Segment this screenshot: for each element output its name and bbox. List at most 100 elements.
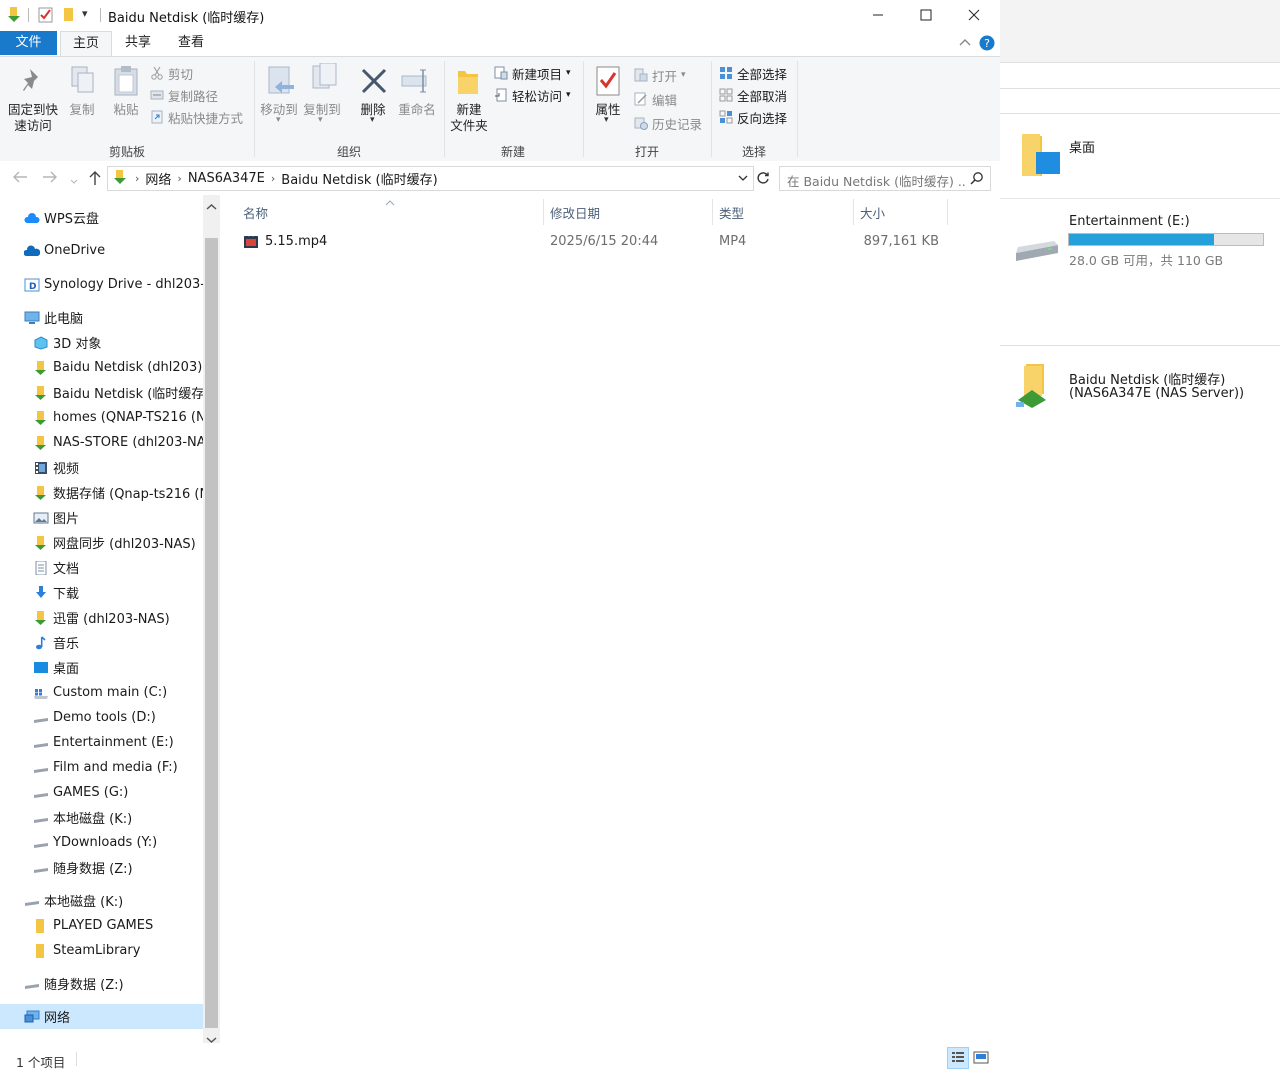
column-divider[interactable] (712, 199, 713, 225)
tab-share[interactable]: 共享 (114, 31, 162, 55)
breadcrumb-chevron-icon[interactable]: › (135, 172, 139, 185)
nav-item-drive-e[interactable]: Entertainment (E:) (33, 730, 174, 755)
nav-item-data-storage[interactable]: 数据存储 (Qnap-ts216 (N. (33, 480, 213, 505)
breadcrumb-chevron-icon[interactable]: › (271, 172, 275, 185)
breadcrumb-nas[interactable]: NAS6A347E (188, 171, 265, 186)
nav-item-local-disk-k[interactable]: 本地磁盘 (K:) (24, 888, 123, 913)
paste-icon[interactable] (113, 65, 139, 101)
column-divider[interactable] (853, 199, 854, 225)
properties-dropdown-icon[interactable]: ▾ (604, 115, 609, 125)
nav-item-drive-z[interactable]: 随身数据 (Z:) (33, 855, 133, 880)
move-to-icon[interactable] (266, 65, 296, 101)
up-arrow-icon[interactable] (88, 170, 102, 190)
nav-item-baidu-cache[interactable]: Baidu Netdisk (临时缓存) (33, 380, 209, 405)
nav-item-videos[interactable]: 视频 (33, 455, 79, 480)
side-tile-drive-e[interactable]: Entertainment (E:) 28.0 GB 可用，共 110 GB (1000, 199, 1280, 345)
nav-item-netdisk-sync[interactable]: 网盘同步 (dhl203-NAS) (33, 530, 196, 555)
tab-file[interactable]: 文件 (0, 31, 57, 55)
help-icon[interactable]: ? (979, 35, 995, 55)
move-to-dropdown-icon[interactable]: ▾ (276, 115, 281, 125)
collapse-ribbon-icon[interactable] (958, 35, 972, 52)
delete-x-icon[interactable] (360, 67, 388, 99)
nav-item-drive-k[interactable]: 本地磁盘 (K:) (33, 805, 132, 830)
nav-item-3d-objects[interactable]: 3D 对象 (33, 330, 101, 355)
nav-item-this-pc[interactable]: 此电脑 (24, 305, 83, 330)
nav-item-baidu-dhl203[interactable]: Baidu Netdisk (dhl203) (( (33, 355, 217, 380)
tab-home[interactable]: 主页 (60, 31, 112, 57)
nav-item-played-games[interactable]: PLAYED GAMES (33, 913, 153, 938)
edit-button[interactable]: 编辑 (634, 89, 677, 109)
forward-arrow-icon[interactable] (42, 170, 58, 188)
nav-item-drive-d[interactable]: Demo tools (D:) (33, 705, 156, 730)
column-header-type[interactable]: 类型 (719, 203, 744, 222)
nav-item-nas-store[interactable]: NAS-STORE (dhl203-NAS (33, 430, 214, 455)
history-button[interactable]: 历史记录 (634, 113, 702, 133)
details-view-icon[interactable] (947, 1047, 969, 1069)
column-divider[interactable] (543, 199, 544, 225)
refresh-icon[interactable] (756, 171, 770, 189)
scroll-up-arrow-icon[interactable] (206, 200, 217, 215)
column-divider[interactable] (947, 199, 948, 225)
new-item-button[interactable]: 新建项目 ▾ (494, 63, 571, 83)
invert-selection-button[interactable]: 反向选择 (719, 107, 787, 127)
copy-button[interactable]: 复制 (66, 102, 98, 118)
nav-item-pictures[interactable]: 图片 (33, 505, 79, 530)
new-folder-button[interactable]: 新建 文件夹 (446, 102, 492, 134)
side-tile-desktop[interactable]: 桌面 (1000, 114, 1280, 198)
nav-item-desktop[interactable]: 桌面 (33, 655, 79, 680)
nav-item-portable-z[interactable]: 随身数据 (Z:) (24, 971, 124, 996)
nav-item-steam-library[interactable]: SteamLibrary (33, 938, 140, 963)
select-all-button[interactable]: 全部选择 (719, 63, 787, 83)
cut-button[interactable]: 剪切 (150, 63, 193, 83)
breadcrumb-chevron-icon[interactable]: › (177, 172, 181, 185)
address-history-chevron-icon[interactable] (738, 171, 748, 186)
column-header-size[interactable]: 大小 (860, 203, 885, 222)
nav-item-drive-y[interactable]: YDownloads (Y:) (33, 830, 157, 855)
close-button[interactable] (950, 0, 998, 30)
new-folder-quick-icon[interactable] (62, 6, 76, 24)
breadcrumb-current-folder[interactable]: Baidu Netdisk (临时缓存) (281, 169, 437, 188)
open-button[interactable]: 打开 ▾ (634, 65, 686, 85)
nav-item-drive-g[interactable]: GAMES (G:) (33, 780, 128, 805)
nav-pane-scroll-thumb[interactable] (205, 238, 218, 1028)
new-folder-icon[interactable] (455, 65, 481, 101)
nav-item-documents[interactable]: 文档 (33, 555, 79, 580)
pin-icon[interactable] (22, 67, 44, 99)
paste-button[interactable]: 粘贴 (110, 102, 142, 118)
back-arrow-icon[interactable] (12, 170, 28, 188)
nav-item-onedrive[interactable]: OneDrive (23, 238, 105, 263)
properties-check-icon[interactable] (38, 6, 54, 24)
recent-locations-chevron-icon[interactable] (70, 172, 78, 190)
copy-path-button[interactable]: 复制路径 (150, 85, 218, 105)
easy-access-button[interactable]: 轻松访问 ▾ (494, 85, 571, 105)
nav-item-music[interactable]: 音乐 (33, 630, 79, 655)
properties-icon[interactable] (595, 65, 621, 101)
copy-to-dropdown-icon[interactable]: ▾ (318, 115, 323, 125)
rename-button[interactable]: 重命名 (395, 102, 439, 118)
large-icons-view-icon[interactable] (972, 1049, 990, 1071)
paste-shortcut-button[interactable]: 粘贴快捷方式 (150, 107, 243, 127)
tab-view[interactable]: 查看 (167, 31, 215, 55)
maximize-button[interactable] (902, 0, 950, 30)
nav-item-network[interactable]: 网络 (0, 1004, 203, 1029)
table-row[interactable]: 5.15.mp4 2025/6/15 20:44 MP4 897,161 KB (221, 229, 947, 254)
nav-item-wps-cloud[interactable]: WPS云盘 (24, 205, 99, 230)
select-none-button[interactable]: 全部取消 (719, 85, 787, 105)
rename-icon[interactable] (401, 67, 433, 99)
column-header-modified[interactable]: 修改日期 (550, 203, 600, 222)
nav-item-synology-drive[interactable]: D Synology Drive - dhl203-N (24, 272, 215, 297)
nav-item-xunlei[interactable]: 迅雷 (dhl203-NAS) (33, 605, 170, 630)
search-box[interactable]: 在 Baidu Netdisk (临时缓存) ... (779, 166, 991, 191)
nav-item-drive-c[interactable]: Custom main (C:) (33, 680, 167, 705)
nav-item-drive-f[interactable]: Film and media (F:) (33, 755, 178, 780)
side-tile-network-share[interactable]: Baidu Netdisk (临时缓存) (NAS6A347E (NAS Ser… (1000, 346, 1280, 1073)
nav-item-downloads[interactable]: 下载 (33, 580, 79, 605)
pin-quick-access-button[interactable]: 固定到快 速访问 (4, 102, 62, 134)
breadcrumb-network[interactable]: 网络 (145, 169, 171, 188)
copy-icon[interactable] (70, 65, 96, 99)
address-bar[interactable]: › 网络 › NAS6A347E › Baidu Netdisk (临时缓存) (107, 166, 754, 191)
search-icon[interactable] (970, 171, 984, 189)
delete-dropdown-icon[interactable]: ▾ (370, 115, 375, 125)
copy-to-icon[interactable] (310, 62, 340, 99)
column-header-name[interactable]: 名称 (243, 203, 268, 222)
